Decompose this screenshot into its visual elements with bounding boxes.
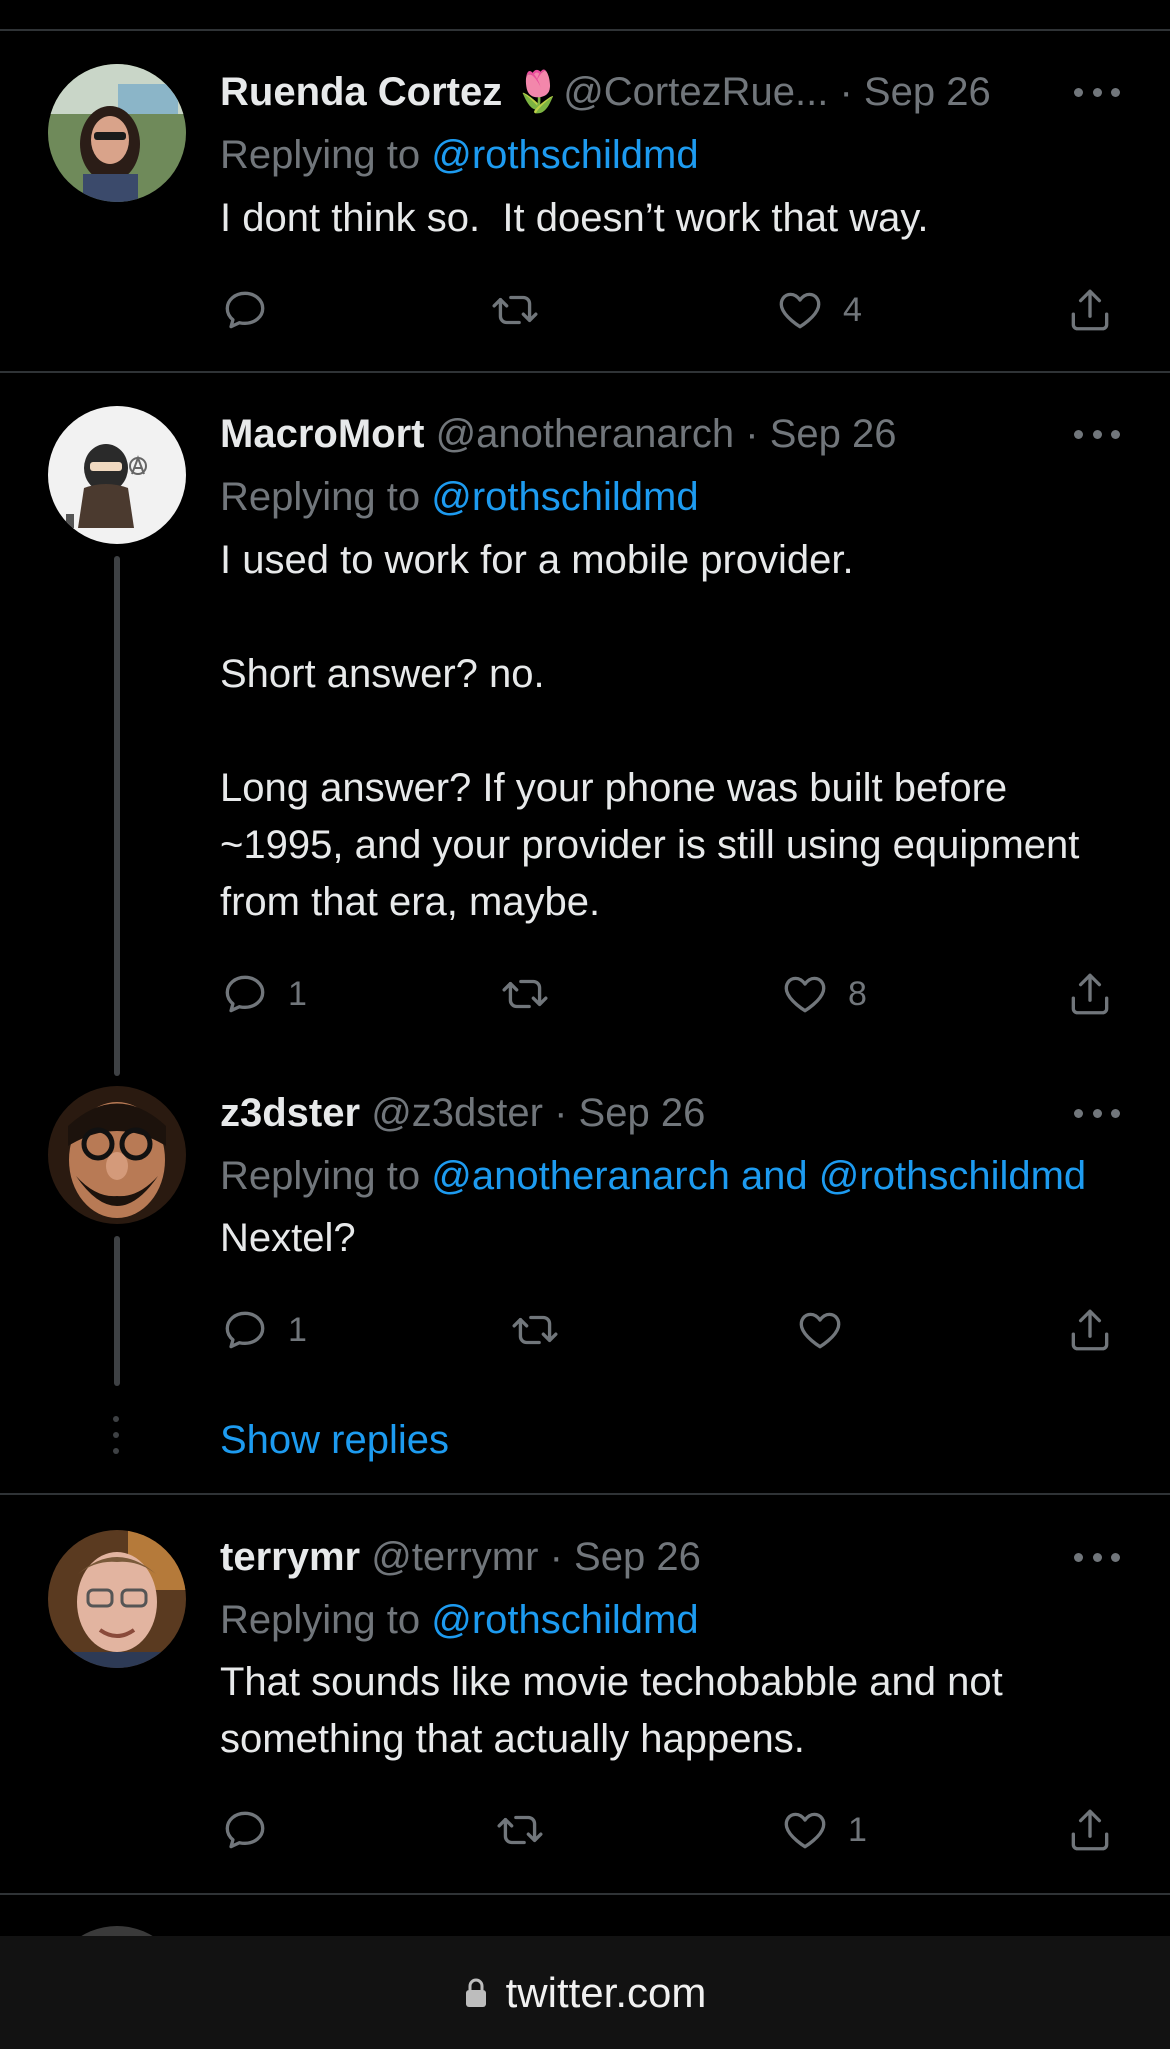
display-name[interactable]: Ruenda Cortez <box>220 70 502 114</box>
like-icon <box>799 1312 841 1349</box>
avatar[interactable] <box>48 1530 186 1668</box>
tweet-text: That sounds like movie techobabble and n… <box>220 1660 1014 1761</box>
avatar[interactable] <box>48 406 186 544</box>
tweet-header: terrymr @terrymr · Sep 26 <box>220 1529 1130 1585</box>
tweet-actions: 1 <box>220 1300 1130 1360</box>
handle[interactable]: @CortezRue... <box>563 70 828 114</box>
replying-prefix: Replying to <box>220 1598 421 1642</box>
retweet-icon <box>497 1815 543 1845</box>
url-display[interactable]: twitter.com <box>464 1968 707 2017</box>
handle[interactable]: @anotheranarch <box>436 412 735 456</box>
tweet-header: Ruenda Cortez 🌷@CortezRue... · Sep 26 <box>220 64 1130 120</box>
divider <box>0 1493 1170 1495</box>
like-button[interactable]: 8 <box>780 964 867 1024</box>
like-count: 1 <box>848 1810 867 1849</box>
divider <box>0 371 1170 373</box>
share-icon <box>1071 1309 1109 1351</box>
display-name[interactable]: terrymr <box>220 1535 360 1579</box>
display-name[interactable]: MacroMort <box>220 412 424 456</box>
reply-icon <box>225 291 265 329</box>
separator: · <box>839 70 853 114</box>
share-button[interactable] <box>1065 280 1115 340</box>
reply-count: 1 <box>288 1310 307 1349</box>
retweet-button[interactable] <box>495 1800 563 1860</box>
tweet-actions: 1 8 <box>220 964 1130 1024</box>
replying-prefix: Replying to <box>220 475 421 519</box>
like-button[interactable]: 4 <box>775 280 862 340</box>
url-text: twitter.com <box>505 1968 707 2016</box>
reply-thread-page: Ruenda Cortez 🌷@CortezRue... · Sep 26 Re… <box>0 0 1170 2049</box>
thread-dots <box>113 1416 121 1464</box>
like-icon <box>784 976 826 1013</box>
like-count: 8 <box>848 974 867 1013</box>
show-replies-link[interactable]: Show replies <box>220 1412 449 1468</box>
reply-button[interactable]: 1 <box>220 1300 307 1360</box>
mention-link[interactable]: @rothschildmd <box>431 475 698 519</box>
handle[interactable]: @terrymr <box>371 1535 538 1579</box>
emoji-icon: 🌷 <box>513 70 564 114</box>
more-icon[interactable] <box>1074 406 1120 462</box>
retweet-button[interactable] <box>510 1300 578 1360</box>
share-button[interactable] <box>1065 1300 1115 1360</box>
divider <box>0 29 1170 31</box>
replying-to: Replying to @rothschildmd <box>220 1592 699 1648</box>
avatar[interactable] <box>48 1086 186 1224</box>
reply-icon <box>225 1811 265 1849</box>
like-icon <box>779 292 821 329</box>
handle[interactable]: @z3dster <box>371 1091 543 1135</box>
replying-to: Replying to @anotheranarch and @rothschi… <box>220 1148 1086 1204</box>
like-count: 4 <box>843 290 862 329</box>
retweet-icon <box>492 295 538 325</box>
date[interactable]: Sep 26 <box>574 1535 701 1579</box>
separator: · <box>745 412 759 456</box>
thread-line <box>114 556 120 1076</box>
retweet-icon <box>502 979 548 1009</box>
like-button[interactable]: 1 <box>780 1800 867 1860</box>
reply-button[interactable] <box>220 1800 288 1860</box>
more-icon[interactable] <box>1074 1529 1120 1585</box>
share-icon <box>1071 1809 1109 1851</box>
tweet-header: MacroMort @anotheranarch · Sep 26 <box>220 406 1130 462</box>
avatar[interactable] <box>48 64 186 202</box>
mention-link[interactable]: @rothschildmd <box>431 1598 698 1642</box>
tweet-text: Nextel? <box>220 1216 356 1260</box>
tweet-actions: 4 <box>220 280 1130 340</box>
share-icon <box>1071 973 1109 1015</box>
tweet-actions: 1 <box>220 1800 1130 1860</box>
share-button[interactable] <box>1065 964 1115 1024</box>
like-icon <box>784 1812 826 1849</box>
thread-line <box>114 1236 120 1386</box>
browser-address-bar[interactable]: twitter.com <box>0 1936 1170 2049</box>
reply-icon <box>225 1311 265 1349</box>
more-icon[interactable] <box>1074 1085 1120 1141</box>
replying-prefix: Replying to <box>220 1154 421 1198</box>
separator: · <box>549 1535 563 1579</box>
tweet-text: I used to work for a mobile provider. Sh… <box>220 538 1080 924</box>
lock-icon <box>465 1978 486 2007</box>
tweet-header: z3dster @z3dster · Sep 26 <box>220 1085 1130 1141</box>
mention-link[interactable]: @rothschildmd <box>431 133 698 177</box>
retweet-button[interactable] <box>500 964 568 1024</box>
reply-button[interactable] <box>220 280 288 340</box>
date[interactable]: Sep 26 <box>864 70 991 114</box>
more-icon[interactable] <box>1074 64 1120 120</box>
replying-to: Replying to @rothschildmd <box>220 469 699 525</box>
reply-icon <box>225 975 265 1013</box>
separator: · <box>554 1091 568 1135</box>
mention-link[interactable]: @anotheranarch and @rothschildmd <box>431 1154 1086 1198</box>
like-button[interactable] <box>795 1300 863 1360</box>
replying-to: Replying to @rothschildmd <box>220 127 699 183</box>
retweet-icon <box>512 1315 558 1345</box>
reply-count: 1 <box>288 974 307 1013</box>
replying-prefix: Replying to <box>220 133 421 177</box>
share-icon <box>1071 289 1109 331</box>
retweet-button[interactable] <box>490 280 558 340</box>
display-name[interactable]: z3dster <box>220 1091 360 1135</box>
date[interactable]: Sep 26 <box>579 1091 706 1135</box>
share-button[interactable] <box>1065 1800 1115 1860</box>
tweet-text: I dont think so. It doesn’t work that wa… <box>220 196 929 240</box>
date[interactable]: Sep 26 <box>770 412 897 456</box>
reply-button[interactable]: 1 <box>220 964 307 1024</box>
divider <box>0 1893 1170 1895</box>
